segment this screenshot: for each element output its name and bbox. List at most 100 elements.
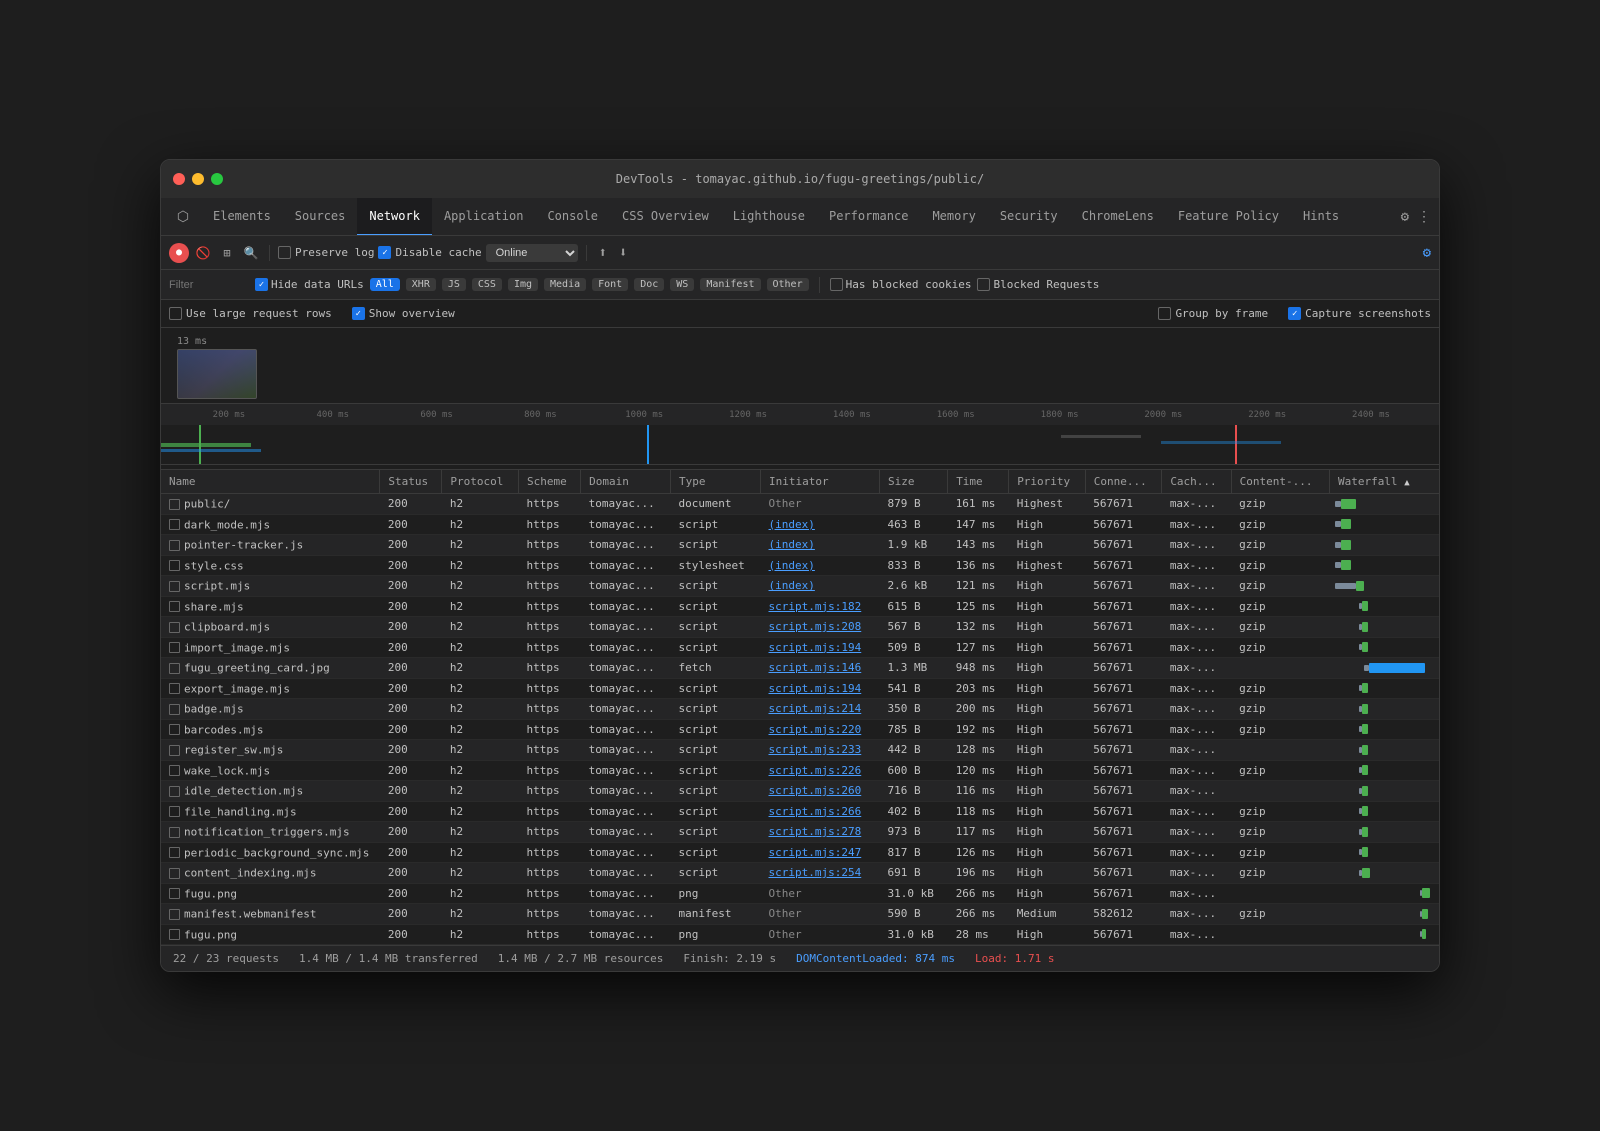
tab-elements[interactable]: Elements [201, 198, 283, 236]
row-checkbox[interactable] [169, 928, 184, 941]
table-row[interactable]: content_indexing.mjs200h2httpstomayac...… [161, 863, 1439, 884]
initiator[interactable]: script.mjs:208 [761, 617, 880, 638]
row-checkbox[interactable] [169, 579, 184, 592]
table-row[interactable]: idle_detection.mjs200h2httpstomayac...sc… [161, 781, 1439, 802]
record-button[interactable]: ● [169, 243, 189, 263]
col-header-priority[interactable]: Priority [1009, 470, 1086, 494]
table-row[interactable]: manifest.webmanifest200h2httpstomayac...… [161, 904, 1439, 925]
col-header-status[interactable]: Status [380, 470, 442, 494]
has-blocked-cookies-checkbox[interactable]: Has blocked cookies [830, 278, 972, 291]
maximize-button[interactable] [211, 173, 223, 185]
row-checkbox[interactable] [169, 620, 184, 633]
initiator[interactable]: script.mjs:182 [761, 596, 880, 617]
table-row[interactable]: fugu.png200h2httpstomayac...pngOther31.0… [161, 883, 1439, 904]
initiator-link[interactable]: script.mjs:214 [769, 702, 862, 715]
table-row[interactable]: style.css200h2httpstomayac...stylesheet(… [161, 555, 1439, 576]
initiator[interactable]: (index) [761, 576, 880, 597]
disable-cache-checkbox[interactable]: ✓ Disable cache [378, 246, 481, 259]
initiator-link[interactable]: script.mjs:194 [769, 641, 862, 654]
initiator[interactable]: script.mjs:194 [761, 637, 880, 658]
col-header-content[interactable]: Content-... [1231, 470, 1329, 494]
table-row[interactable]: badge.mjs200h2httpstomayac...scriptscrip… [161, 699, 1439, 720]
initiator[interactable]: script.mjs:260 [761, 781, 880, 802]
tab-memory[interactable]: Memory [920, 198, 987, 236]
initiator[interactable]: script.mjs:194 [761, 678, 880, 699]
initiator-link[interactable]: script.mjs:247 [769, 846, 862, 859]
table-row[interactable]: barcodes.mjs200h2httpstomayac...scriptsc… [161, 719, 1439, 740]
row-checkbox[interactable] [169, 641, 184, 654]
row-checkbox[interactable] [169, 743, 184, 756]
table-row[interactable]: export_image.mjs200h2httpstomayac...scri… [161, 678, 1439, 699]
initiator-link[interactable]: script.mjs:220 [769, 723, 862, 736]
table-row[interactable]: notification_triggers.mjs200h2httpstomay… [161, 822, 1439, 843]
col-header-protocol[interactable]: Protocol [442, 470, 519, 494]
row-checkbox[interactable] [169, 559, 184, 572]
initiator-link[interactable]: script.mjs:233 [769, 743, 862, 756]
col-header-conn[interactable]: Conne... [1085, 470, 1162, 494]
filter-tag-other[interactable]: Other [767, 278, 809, 291]
initiator-link[interactable]: script.mjs:146 [769, 661, 862, 674]
throttle-select[interactable]: Online No throttling Fast 3G Slow 3G [486, 244, 578, 262]
filter-tag-all[interactable]: All [370, 278, 400, 291]
show-overview-checkbox[interactable]: ✓ Show overview [352, 307, 455, 320]
table-row[interactable]: periodic_background_sync.mjs200h2httpsto… [161, 842, 1439, 863]
import-icon[interactable]: ⬆ [595, 243, 611, 263]
tab-performance[interactable]: Performance [817, 198, 920, 236]
filter-input[interactable] [169, 279, 249, 291]
filter-tag-doc[interactable]: Doc [634, 278, 664, 291]
initiator[interactable]: script.mjs:214 [761, 699, 880, 720]
tab-network[interactable]: Network [357, 198, 432, 236]
initiator[interactable]: script.mjs:233 [761, 740, 880, 761]
tab-application[interactable]: Application [432, 198, 535, 236]
group-by-frame-checkbox[interactable]: Group by frame [1158, 307, 1268, 320]
screenshot-thumbnail[interactable] [177, 349, 257, 399]
col-header-waterfall[interactable]: Waterfall ▲ [1329, 470, 1439, 494]
col-header-domain[interactable]: Domain [581, 470, 671, 494]
initiator-link[interactable]: (index) [769, 538, 815, 551]
col-header-cache[interactable]: Cach... [1162, 470, 1231, 494]
cursor-icon[interactable]: ⬡ [169, 203, 197, 231]
row-checkbox[interactable] [169, 887, 184, 900]
initiator-link[interactable]: script.mjs:226 [769, 764, 862, 777]
initiator-link[interactable]: script.mjs:278 [769, 825, 862, 838]
table-row[interactable]: wake_lock.mjs200h2httpstomayac...scripts… [161, 760, 1439, 781]
initiator[interactable]: script.mjs:220 [761, 719, 880, 740]
initiator-link[interactable]: script.mjs:254 [769, 866, 862, 879]
hide-data-urls-checkbox[interactable]: ✓ Hide data URLs [255, 278, 364, 291]
row-checkbox[interactable] [169, 518, 184, 531]
large-rows-checkbox[interactable]: Use large request rows [169, 307, 332, 320]
tab-feature-policy[interactable]: Feature Policy [1166, 198, 1291, 236]
table-row[interactable]: public/200h2httpstomayac...documentOther… [161, 494, 1439, 515]
tab-security[interactable]: Security [988, 198, 1070, 236]
tab-console[interactable]: Console [535, 198, 610, 236]
row-checkbox[interactable] [169, 723, 184, 736]
blocked-requests-checkbox[interactable]: Blocked Requests [977, 278, 1099, 291]
settings-icon[interactable]: ⚙ [1401, 209, 1409, 225]
row-checkbox[interactable] [169, 825, 184, 838]
tab-chromelens[interactable]: ChromeLens [1070, 198, 1166, 236]
initiator[interactable]: script.mjs:254 [761, 863, 880, 884]
filter-tag-css[interactable]: CSS [472, 278, 502, 291]
col-header-time[interactable]: Time [948, 470, 1009, 494]
network-overview-bar[interactable] [161, 425, 1439, 465]
initiator-link[interactable]: script.mjs:208 [769, 620, 862, 633]
row-checkbox[interactable] [169, 538, 184, 551]
row-checkbox[interactable] [169, 661, 184, 674]
network-table-container[interactable]: Name Status Protocol Scheme Domain Type … [161, 470, 1439, 945]
initiator[interactable]: script.mjs:278 [761, 822, 880, 843]
row-checkbox[interactable] [169, 866, 184, 879]
col-header-name[interactable]: Name [161, 470, 380, 494]
search-button[interactable]: 🔍 [241, 243, 261, 263]
capture-screenshots-checkbox[interactable]: ✓ Capture screenshots [1288, 307, 1431, 320]
filter-tag-img[interactable]: Img [508, 278, 538, 291]
tab-sources[interactable]: Sources [283, 198, 358, 236]
col-header-type[interactable]: Type [671, 470, 761, 494]
initiator-link[interactable]: script.mjs:194 [769, 682, 862, 695]
table-row[interactable]: register_sw.mjs200h2httpstomayac...scrip… [161, 740, 1439, 761]
initiator[interactable]: script.mjs:247 [761, 842, 880, 863]
settings-gear-icon[interactable]: ⚙ [1423, 245, 1431, 261]
minimize-button[interactable] [192, 173, 204, 185]
table-row[interactable]: clipboard.mjs200h2httpstomayac...scripts… [161, 617, 1439, 638]
table-row[interactable]: fugu_greeting_card.jpg200h2httpstomayac.… [161, 658, 1439, 679]
close-button[interactable] [173, 173, 185, 185]
